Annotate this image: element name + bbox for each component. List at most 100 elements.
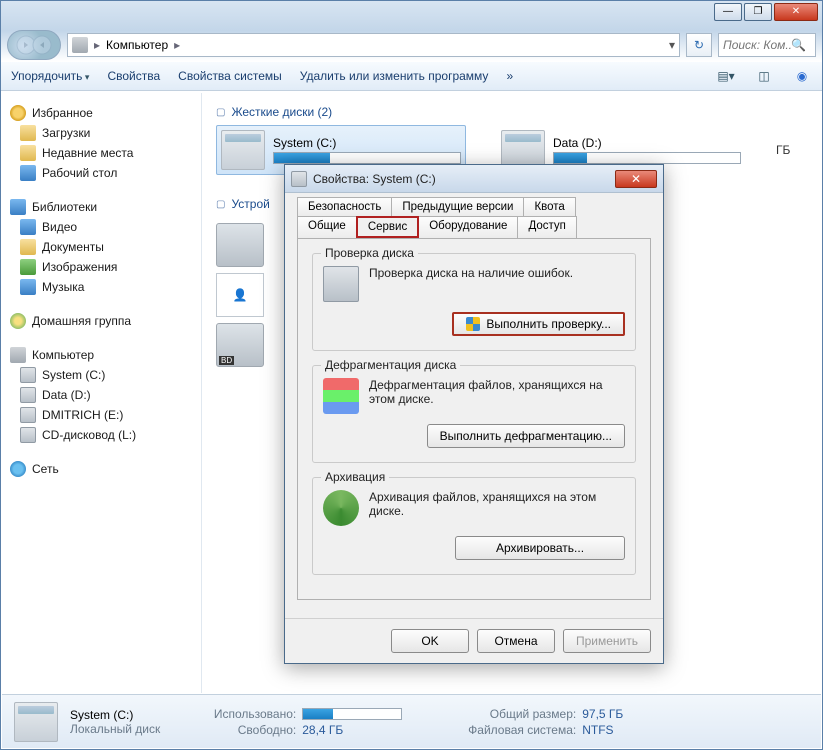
- cd-icon: [20, 427, 36, 443]
- network-icon: [10, 461, 26, 477]
- sidebar-music[interactable]: Музыка: [6, 277, 197, 297]
- sidebar-downloads[interactable]: Загрузки: [6, 123, 197, 143]
- status-free-value: 28,4 ГБ: [302, 723, 462, 737]
- collapse-icon: ▢: [216, 199, 225, 210]
- sidebar-recent[interactable]: Недавние места: [6, 143, 197, 163]
- device-icon[interactable]: [216, 223, 264, 267]
- fieldset-backup: Архивация Архивация файлов, хранящихся н…: [312, 477, 636, 575]
- tab-sharing[interactable]: Доступ: [517, 216, 576, 238]
- sidebar: Избранное Загрузки Недавние места Рабочи…: [2, 93, 202, 693]
- homegroup-icon: [10, 313, 26, 329]
- sidebar-computer[interactable]: Компьютер: [6, 345, 197, 365]
- status-drive-icon: [14, 702, 58, 742]
- status-total-label: Общий размер:: [462, 707, 582, 721]
- help-icon[interactable]: ◉: [792, 66, 812, 86]
- apply-button[interactable]: Применить: [563, 629, 651, 653]
- refresh-icon: ↻: [694, 38, 704, 52]
- sidebar-homegroup[interactable]: Домашняя группа: [6, 311, 197, 331]
- backup-icon: [323, 490, 359, 526]
- explorer-window: — ❐ ✕ ▸ Компьютер ▸ ▾ ↻ 🔍 Упорядочить Св…: [0, 0, 823, 750]
- dialog-titlebar[interactable]: Свойства: System (C:) ✕: [285, 165, 663, 193]
- navbar: ▸ Компьютер ▸ ▾ ↻ 🔍: [1, 29, 822, 61]
- check-now-button[interactable]: Выполнить проверку...: [452, 312, 625, 336]
- toolbar-properties[interactable]: Свойства: [107, 69, 160, 83]
- fieldset-error-checking: Проверка диска Проверка диска на наличие…: [312, 253, 636, 351]
- disk-check-text: Проверка диска на наличие ошибок.: [369, 266, 625, 280]
- drive-icon: [20, 367, 36, 383]
- section-hard-drives[interactable]: ▢Жесткие диски (2): [216, 101, 807, 125]
- breadcrumb-computer[interactable]: Компьютер: [102, 38, 172, 52]
- person-icon: 👤: [233, 288, 248, 302]
- status-bar: System (C:) Локальный диск Использовано:…: [2, 694, 821, 748]
- drive-usage-bar: [553, 152, 741, 164]
- dialog-close-button[interactable]: ✕: [615, 170, 657, 188]
- defrag-now-button[interactable]: Выполнить дефрагментацию...: [427, 424, 625, 448]
- video-icon: [20, 219, 36, 235]
- defrag-icon: [323, 378, 359, 414]
- tab-strip: Безопасность Предыдущие версии Квота Общ…: [297, 197, 651, 238]
- minimize-button[interactable]: —: [714, 3, 742, 21]
- ok-button[interactable]: OK: [391, 629, 469, 653]
- legend-defrag: Дефрагментация диска: [321, 358, 460, 372]
- toolbar-more[interactable]: »: [506, 69, 513, 83]
- preview-pane-icon[interactable]: ◫: [754, 66, 774, 86]
- address-bar[interactable]: ▸ Компьютер ▸ ▾: [67, 33, 680, 57]
- search-box[interactable]: 🔍: [718, 33, 816, 57]
- sidebar-drive-e[interactable]: DMITRICH (E:): [6, 405, 197, 425]
- tab-tools[interactable]: Сервис: [356, 216, 419, 238]
- drive-label: System (C:): [273, 136, 461, 150]
- drive-icon: [291, 171, 307, 187]
- documents-icon: [20, 239, 36, 255]
- toolbar: Упорядочить Свойства Свойства системы Уд…: [1, 61, 822, 91]
- recent-icon: [20, 145, 36, 161]
- sidebar-desktop[interactable]: Рабочий стол: [6, 163, 197, 183]
- sidebar-drive-d[interactable]: Data (D:): [6, 385, 197, 405]
- status-fs-value: NTFS: [582, 723, 792, 737]
- pictures-icon: [20, 259, 36, 275]
- backup-text: Архивация файлов, хранящихся на этом дис…: [369, 490, 625, 518]
- close-icon: ✕: [631, 172, 641, 186]
- sidebar-favorites[interactable]: Избранное: [6, 103, 197, 123]
- legend-backup: Архивация: [321, 470, 389, 484]
- breadcrumb-arrow: ▸: [172, 38, 182, 52]
- toolbar-uninstall[interactable]: Удалить или изменить программу: [300, 69, 489, 83]
- sidebar-pictures[interactable]: Изображения: [6, 257, 197, 277]
- backup-now-button[interactable]: Архивировать...: [455, 536, 625, 560]
- address-dropdown-icon[interactable]: ▾: [669, 38, 675, 52]
- tab-security[interactable]: Безопасность: [297, 197, 392, 216]
- search-icon: 🔍: [791, 38, 806, 52]
- device-thumb[interactable]: 👤: [216, 273, 264, 317]
- tab-previous-versions[interactable]: Предыдущие версии: [391, 197, 524, 216]
- toolbar-organize[interactable]: Упорядочить: [11, 69, 89, 83]
- sidebar-drive-c[interactable]: System (C:): [6, 365, 197, 385]
- bd-drive-icon[interactable]: [216, 323, 264, 367]
- status-used-bar: [302, 708, 402, 720]
- drive-icon: [20, 407, 36, 423]
- drive-icon: [20, 387, 36, 403]
- computer-icon: [10, 347, 26, 363]
- folder-icon: [20, 125, 36, 141]
- sidebar-videos[interactable]: Видео: [6, 217, 197, 237]
- titlebar: — ❐ ✕: [1, 1, 822, 29]
- cancel-button[interactable]: Отмена: [477, 629, 555, 653]
- defrag-text: Дефрагментация файлов, хранящихся на это…: [369, 378, 625, 406]
- sidebar-network[interactable]: Сеть: [6, 459, 197, 479]
- sidebar-libraries[interactable]: Библиотеки: [6, 197, 197, 217]
- sidebar-drive-l[interactable]: CD-дисковод (L:): [6, 425, 197, 445]
- close-button[interactable]: ✕: [774, 3, 818, 21]
- sidebar-group-network: Сеть: [6, 459, 197, 479]
- toolbar-system-properties[interactable]: Свойства системы: [178, 69, 282, 83]
- disk-check-icon: [323, 266, 359, 302]
- nav-back-forward[interactable]: [7, 30, 61, 60]
- search-input[interactable]: [723, 38, 791, 52]
- tab-hardware[interactable]: Оборудование: [418, 216, 518, 238]
- drive-icon: [221, 130, 265, 170]
- shield-icon: [466, 317, 480, 331]
- tab-general[interactable]: Общие: [297, 216, 357, 238]
- maximize-button[interactable]: ❐: [744, 3, 772, 21]
- tab-quota[interactable]: Квота: [523, 197, 575, 216]
- back-forward-icon: [14, 35, 54, 55]
- sidebar-documents[interactable]: Документы: [6, 237, 197, 257]
- refresh-button[interactable]: ↻: [686, 33, 712, 57]
- view-options-icon[interactable]: ▤▾: [716, 66, 736, 86]
